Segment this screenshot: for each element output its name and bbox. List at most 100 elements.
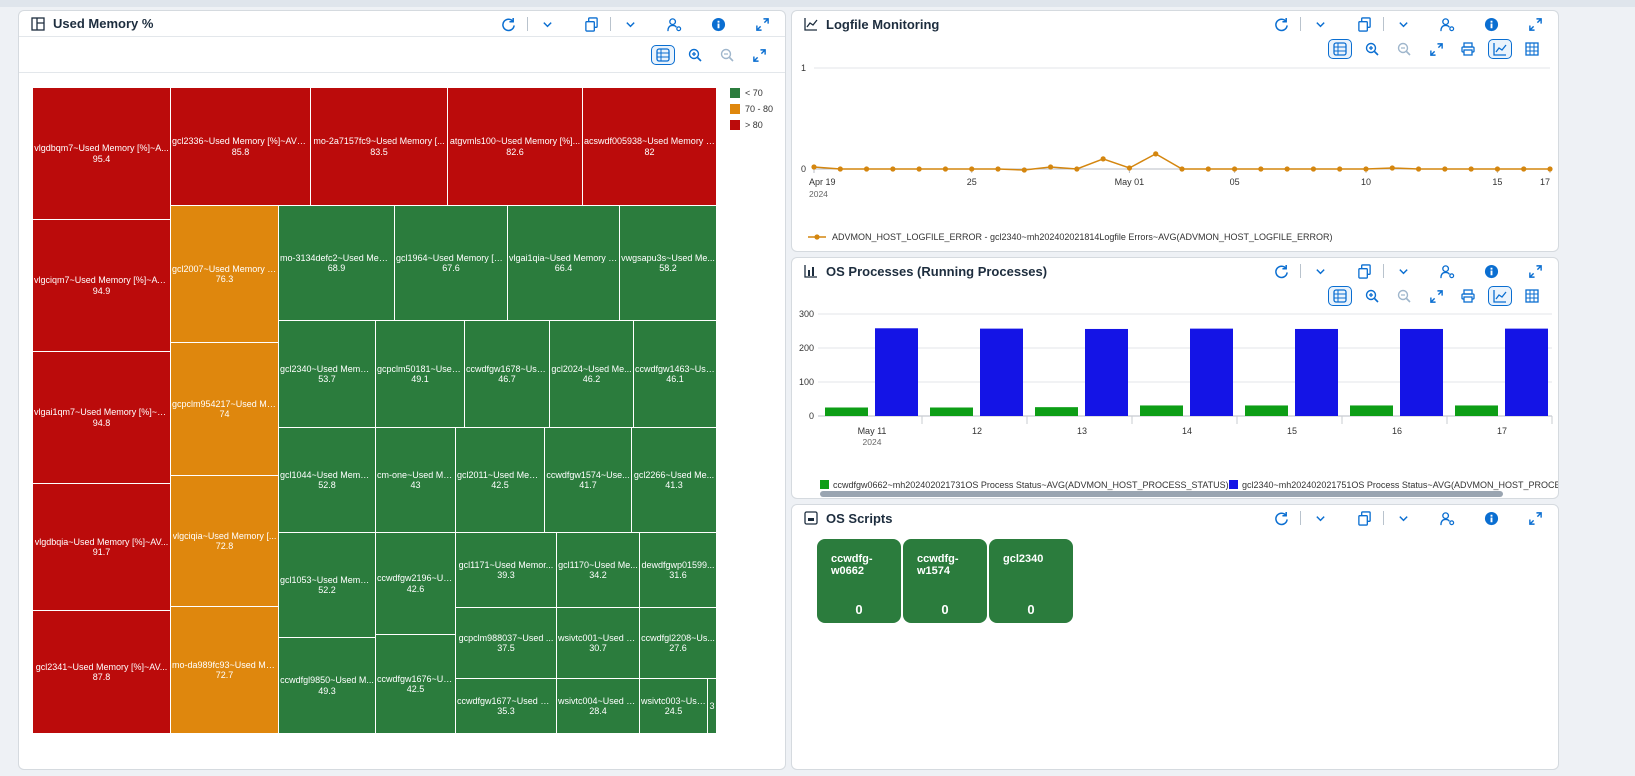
data-point[interactable] — [1126, 165, 1133, 171]
info-icon[interactable] — [1482, 509, 1500, 527]
legend-scrollbar[interactable] — [820, 491, 1503, 497]
copy-icon[interactable] — [1355, 509, 1373, 527]
info-icon[interactable] — [1482, 15, 1500, 33]
bar-blue[interactable] — [875, 328, 918, 416]
bar-blue[interactable] — [1085, 328, 1128, 416]
info-icon[interactable] — [709, 15, 727, 33]
person-settings-icon[interactable] — [665, 15, 683, 33]
person-settings-icon[interactable] — [1438, 15, 1456, 33]
treemap-cell[interactable]: vwgsapu3s~Used Me... 58.2 — [620, 206, 717, 321]
treemap-cell[interactable]: atgvmls100~Used Memory [%]... 82.6 — [448, 88, 583, 206]
data-point[interactable] — [1468, 166, 1474, 172]
treemap-cell[interactable]: gcpclm988037~Used ... 37.5 — [456, 608, 557, 679]
treemap-cell[interactable]: 3 — [708, 679, 717, 734]
chevron-down-icon[interactable] — [1311, 262, 1329, 280]
treemap-cell[interactable]: vlgciqm7~Used Memory [%]~AV... 94.9 — [33, 220, 171, 352]
treemap-cell[interactable]: gcl1044~Used Memor... 52.8 — [279, 428, 376, 533]
data-point[interactable] — [995, 166, 1001, 172]
treemap-cell[interactable]: ccwdfgw1463~Use... 46.1 — [634, 321, 717, 428]
bar-green[interactable] — [1350, 405, 1393, 416]
data-point[interactable] — [1442, 166, 1448, 172]
treemap-cell[interactable]: mo-3134defc2~Used Mem... 68.9 — [279, 206, 395, 321]
data-point[interactable] — [1205, 166, 1211, 172]
data-point[interactable] — [1284, 166, 1290, 172]
zoom-in-icon[interactable] — [683, 45, 707, 65]
chevron-down-icon[interactable] — [1394, 509, 1412, 527]
chart-view-icon[interactable] — [1488, 39, 1512, 59]
refresh-icon[interactable] — [1272, 15, 1290, 33]
bar-green[interactable] — [1140, 405, 1183, 416]
fullscreen-icon[interactable] — [753, 15, 771, 33]
treemap-cell[interactable]: wsivtc004~Used M... 28.4 — [557, 679, 640, 734]
data-point[interactable] — [1231, 166, 1238, 172]
treemap-cell[interactable]: wsivtc001~Used M... 30.7 — [557, 608, 640, 679]
treemap-cell[interactable]: ccwdfgw1574~Use... 41.7 — [545, 428, 632, 533]
chevron-down-icon[interactable] — [1311, 15, 1329, 33]
treemap-cell[interactable]: gcl2266~Used Me... 41.3 — [632, 428, 717, 533]
bar-blue[interactable] — [1505, 328, 1548, 416]
fullscreen-icon[interactable] — [1526, 509, 1544, 527]
treemap-cell[interactable]: mo-2a7157fc9~Used Memory [... 83.5 — [311, 88, 448, 206]
treemap-cell[interactable]: gcl1964~Used Memory [%... 67.6 — [395, 206, 508, 321]
bar-blue[interactable] — [1190, 328, 1233, 416]
fullscreen-icon[interactable] — [1424, 39, 1448, 59]
treemap-cell[interactable]: gcl2336~Used Memory [%]~AVG... 85.8 — [171, 88, 311, 206]
treemap-cell[interactable]: ccwdfgw1677~Used M... 35.3 — [456, 679, 557, 734]
data-point[interactable] — [1074, 166, 1080, 172]
table-view-icon[interactable] — [1328, 39, 1352, 59]
fullscreen-icon[interactable] — [1526, 262, 1544, 280]
treemap-cell[interactable]: vlgai1qia~Used Memory [... 66.4 — [508, 206, 620, 321]
print-icon[interactable] — [1456, 39, 1480, 59]
data-point[interactable] — [863, 166, 870, 172]
chart-view-icon[interactable] — [1488, 286, 1512, 306]
table-view-icon[interactable] — [651, 45, 675, 65]
data-point[interactable] — [1389, 165, 1395, 171]
treemap-cell[interactable]: acswdf005938~Used Memory [... 82 — [583, 88, 717, 206]
data-point[interactable] — [1363, 166, 1369, 172]
table-view-icon[interactable] — [1328, 286, 1352, 306]
treemap-cell[interactable]: gcl2024~Used Me... 46.2 — [550, 321, 634, 428]
grid-icon[interactable] — [1520, 286, 1544, 306]
treemap-cell[interactable]: vlgdbqm7~Used Memory [%]~A... 95.4 — [33, 88, 171, 220]
bar-blue[interactable] — [1400, 328, 1443, 416]
data-point[interactable] — [1310, 166, 1317, 172]
fullscreen-icon[interactable] — [1424, 286, 1448, 306]
zoom-out-icon[interactable] — [1392, 286, 1416, 306]
data-point[interactable] — [1494, 166, 1501, 172]
data-point[interactable] — [1047, 164, 1054, 170]
person-settings-icon[interactable] — [1438, 509, 1456, 527]
chevron-down-icon[interactable] — [1394, 15, 1412, 33]
data-point[interactable] — [1415, 166, 1422, 172]
fullscreen-icon[interactable] — [747, 45, 771, 65]
data-point[interactable] — [890, 166, 896, 172]
zoom-out-icon[interactable] — [1392, 39, 1416, 59]
info-icon[interactable] — [1482, 262, 1500, 280]
refresh-icon[interactable] — [499, 15, 517, 33]
script-tile[interactable]: ccwdfg-w1574 0 — [903, 539, 987, 623]
data-point[interactable] — [1153, 151, 1159, 157]
treemap-cell[interactable]: ccwdfgl2208~Us... 27.6 — [640, 608, 717, 679]
data-point[interactable] — [1547, 166, 1553, 172]
data-point[interactable] — [969, 166, 975, 172]
data-point[interactable] — [1521, 166, 1527, 172]
treemap-cell[interactable]: gcl2340~Used Memor... 53.7 — [279, 321, 376, 428]
treemap-cell[interactable]: cm-one~Used Me... 43 — [376, 428, 456, 533]
bar-green[interactable] — [1035, 407, 1078, 416]
data-point[interactable] — [1021, 167, 1027, 173]
bar-green[interactable] — [1245, 405, 1288, 416]
script-tile[interactable]: gcl2340 0 — [989, 539, 1073, 623]
zoom-out-icon[interactable] — [715, 45, 739, 65]
treemap-cell[interactable]: vlgai1qm7~Used Memory [%]~A... 94.8 — [33, 352, 171, 484]
data-point[interactable] — [1258, 166, 1264, 172]
bar-green[interactable] — [1455, 405, 1498, 416]
chevron-down-icon[interactable] — [538, 15, 556, 33]
treemap-cell[interactable]: gcl2007~Used Memory [... 76.3 — [171, 206, 279, 343]
data-point[interactable] — [1179, 166, 1185, 172]
treemap-cell[interactable]: gcl2011~Used Mem... 42.5 — [456, 428, 545, 533]
treemap-cell[interactable]: vlgdbqia~Used Memory [%]~AV... 91.7 — [33, 484, 171, 611]
treemap-cell[interactable]: mo-da989fc93~Used Me... 72.7 — [171, 607, 279, 734]
bar-blue[interactable] — [1295, 328, 1338, 416]
fullscreen-icon[interactable] — [1526, 15, 1544, 33]
treemap-cell[interactable]: gcl1170~Used Me... 34.2 — [557, 533, 640, 608]
data-point[interactable] — [916, 166, 922, 172]
